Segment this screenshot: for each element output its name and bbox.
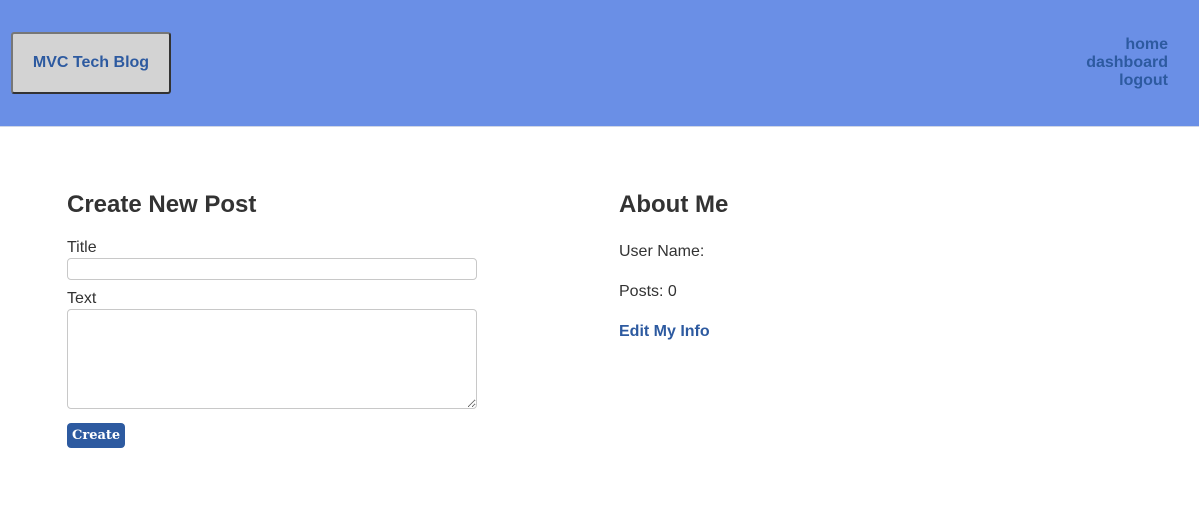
site-header: MVC Tech Blog home dashboard logout <box>0 0 1199 127</box>
main-nav: home dashboard logout <box>1086 36 1168 90</box>
about-me-section: About Me User Name: Posts: 0 Edit My Inf… <box>619 190 1019 340</box>
nav-home-link[interactable]: home <box>1086 36 1168 54</box>
nav-dashboard-link[interactable]: dashboard <box>1086 54 1168 72</box>
edit-my-info-link[interactable]: Edit My Info <box>619 323 710 341</box>
text-label: Text <box>67 290 97 307</box>
about-me-heading: About Me <box>619 191 729 218</box>
title-label: Title <box>67 239 97 256</box>
brand-button[interactable]: MVC Tech Blog <box>11 32 171 94</box>
username-text: User Name: <box>619 243 705 260</box>
title-input[interactable] <box>67 258 477 280</box>
create-button[interactable]: Create <box>67 423 126 448</box>
create-post-heading: Create New Post <box>67 191 257 218</box>
nav-logout-link[interactable]: logout <box>1086 72 1168 90</box>
text-textarea[interactable] <box>67 309 477 409</box>
posts-count-text: Posts: 0 <box>619 283 677 300</box>
create-post-section: Create New Post Title Text Create <box>67 190 477 448</box>
